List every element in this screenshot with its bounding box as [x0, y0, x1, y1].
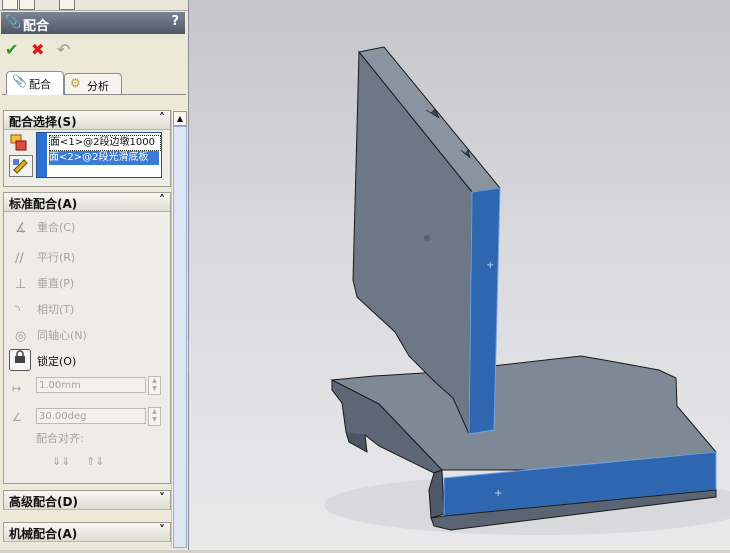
distance-field[interactable]: 1.00mm [36, 377, 146, 393]
ok-button[interactable]: ✔ [5, 40, 18, 59]
face-origin-marker: + [494, 488, 502, 499]
expand-chevron-icon[interactable]: ˅ [159, 491, 165, 505]
scroll-thumb[interactable] [173, 126, 187, 548]
undo-button[interactable]: ↶ [57, 40, 70, 59]
distance-icon: ↦ [12, 382, 22, 395]
expand-chevron-icon[interactable]: ˅ [159, 523, 165, 537]
help-button[interactable]: ? [171, 14, 179, 29]
distance-spinner[interactable]: ▲ ▼ [148, 376, 161, 395]
property-manager-tab[interactable] [19, 0, 35, 10]
tab-analysis-label: 分析 [87, 80, 109, 93]
mate-option-concentric[interactable]: ◎ 同轴心(N) [15, 328, 87, 344]
mate-option-tangent[interactable]: ◝ 相切(T) [15, 302, 74, 318]
mate-alignment-label: 配合对齐: [36, 431, 84, 447]
graphics-viewport[interactable]: + + [189, 0, 730, 550]
mate-selection-list[interactable]: 面<1>@2段边墩1000 面<2>@2段光滑底板 [36, 132, 162, 178]
cancel-button[interactable]: ✖ [31, 40, 44, 59]
sketch-point [424, 235, 430, 241]
concentric-icon: ◎ [15, 329, 27, 344]
paperclip-icon: 📎 [12, 74, 27, 88]
tab-mates-label: 配合 [29, 78, 51, 91]
angle-field[interactable]: 30.00deg [36, 408, 146, 424]
property-manager-panel: 📎 配合 ? ✔ ✖ ↶ 📎 配合 ⚙ 分析 配合选择(S) ˄ 面<1>@2段… [0, 0, 189, 550]
option-label: 同轴心(N) [37, 329, 87, 342]
mate-selection-header[interactable]: 配合选择(S) ˄ [4, 111, 170, 130]
collapse-chevron-icon[interactable]: ˄ [159, 193, 165, 207]
manager-tab-strip [0, 0, 188, 11]
lock-icon[interactable] [9, 349, 31, 371]
panel-tabs: 📎 配合 ⚙ 分析 [2, 70, 186, 95]
option-label: 垂直(P) [37, 277, 75, 290]
option-label: 平行(R) [37, 251, 76, 264]
panel-title: 配合 [23, 19, 50, 34]
feature-manager-tab[interactable] [2, 0, 18, 10]
option-label: 锁定(O) [37, 355, 77, 368]
mechanical-mates-group[interactable]: 机械配合(A) ˅ [3, 522, 171, 542]
standard-mates-title: 标准配合(A) [9, 197, 78, 211]
advanced-mates-group[interactable]: 高级配合(D) ˅ [3, 490, 171, 510]
tangent-icon: ◝ [15, 303, 21, 318]
advanced-mates-header[interactable]: 高级配合(D) ˅ [4, 491, 170, 510]
list-accent-bar [37, 133, 47, 177]
gears-icon: ⚙ [70, 76, 81, 90]
alignment-label-text: 配合对齐: [36, 432, 84, 445]
collapse-chevron-icon[interactable]: ˄ [159, 111, 165, 125]
face-origin-marker: + [486, 260, 494, 271]
angle-icon: ∠ [12, 411, 22, 424]
mechanical-mates-title: 机械配合(A) [9, 527, 78, 541]
configuration-manager-tab[interactable] [59, 0, 75, 10]
list-item[interactable]: 面<2>@2段光滑底板 [49, 151, 159, 165]
paperclip-icon: 📎 [5, 15, 22, 30]
tab-analysis[interactable]: ⚙ 分析 [64, 73, 122, 94]
angle-spinner[interactable]: ▲ ▼ [148, 407, 161, 426]
anti-aligned-button[interactable]: ⇑⇓ [86, 455, 104, 468]
standard-mates-group: 标准配合(A) ˄ ∡ 重合(C) ∕∕ 平行(R) ⊥ 垂直(P) ◝ 相切(T) ◎… [3, 192, 171, 484]
option-label: 相切(T) [37, 303, 75, 316]
mate-selection-title: 配合选择(S) [9, 115, 77, 129]
mechanical-mates-header[interactable]: 机械配合(A) ˅ [4, 523, 170, 542]
panel-scrollbar[interactable]: ▲ [171, 110, 187, 548]
perpendicular-icon: ⊥ [15, 277, 27, 292]
mate-option-parallel[interactable]: ∕∕ 平行(R) [15, 250, 75, 266]
panel-title-bar: 📎 配合 ? [1, 12, 185, 34]
list-item[interactable]: 面<1>@2段边墩1000 [49, 135, 161, 151]
model-view: + + [324, 46, 730, 535]
aligned-button[interactable]: ⇓⇓ [52, 455, 70, 468]
multi-select-icon[interactable] [9, 155, 33, 177]
option-label: 重合(C) [37, 221, 76, 234]
standard-mates-header[interactable]: 标准配合(A) ˄ [4, 193, 170, 212]
mate-option-lock[interactable]: 锁定(O) [37, 354, 76, 370]
entities-to-mate-icon [9, 133, 29, 153]
mate-option-coincident[interactable]: ∡ 重合(C) [15, 220, 75, 236]
mate-option-perpendicular[interactable]: ⊥ 垂直(P) [15, 276, 74, 292]
advanced-mates-title: 高级配合(D) [9, 495, 78, 509]
tab-mates[interactable]: 📎 配合 [6, 71, 64, 95]
coincident-icon: ∡ [15, 221, 27, 236]
scroll-up-button[interactable]: ▲ [173, 111, 187, 126]
parallel-icon: ∕∕ [15, 251, 24, 266]
